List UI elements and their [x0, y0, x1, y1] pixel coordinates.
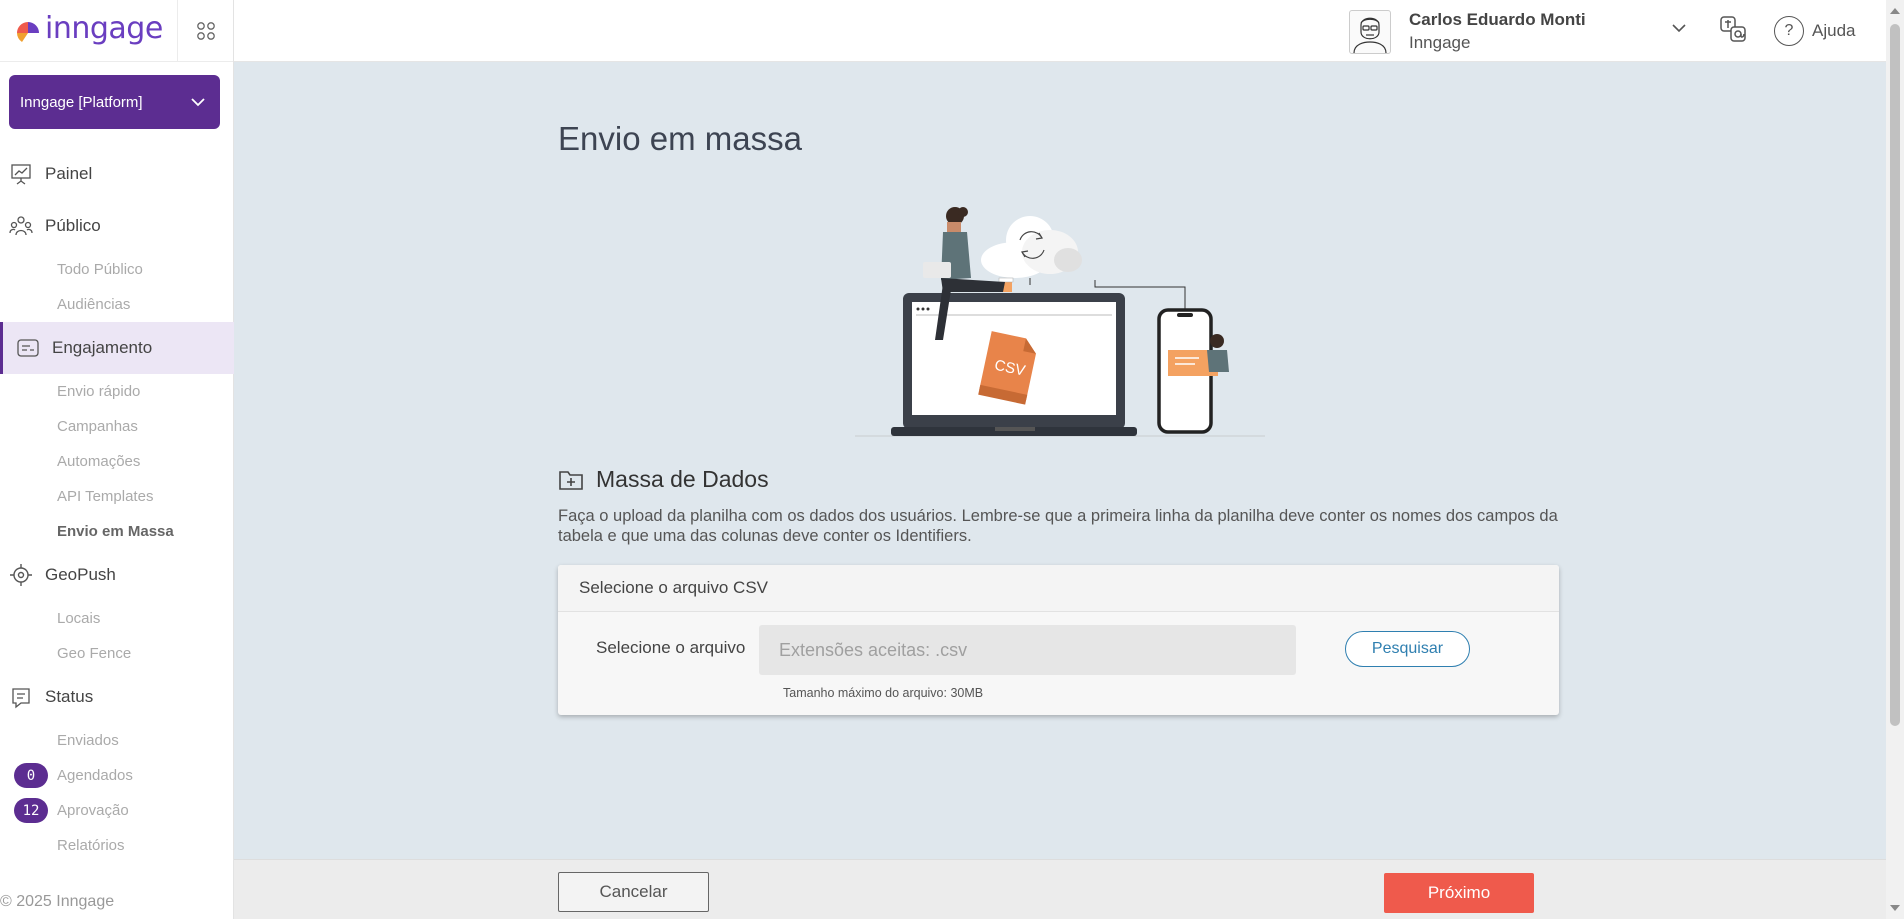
user-name[interactable]: Carlos Eduardo Monti — [1409, 10, 1586, 30]
sidebar-subitem-campanhas[interactable]: Campanhas — [0, 409, 234, 444]
next-button[interactable]: Próximo — [1384, 873, 1534, 913]
sidebar-subitem-agendados[interactable]: 0 Agendados — [0, 758, 234, 793]
target-icon — [8, 562, 34, 588]
sidebar: inngage Inngage [Platform] Painel Públic… — [0, 0, 234, 919]
section-title: Massa de Dados — [558, 466, 769, 493]
csv-upload-card-header: Selecione o arquivo CSV — [558, 565, 1559, 612]
sidebar-subitem-aprovacao[interactable]: 12 Aprovação — [0, 793, 234, 828]
sidebar-item-label: Engajamento — [52, 338, 153, 357]
status-icon — [8, 684, 34, 710]
page-title: Envio em massa — [558, 120, 802, 157]
sidebar-item-label: GeoPush — [45, 565, 116, 584]
copyright: © 2025 Inngage — [0, 893, 115, 910]
csv-upload-card: Selecione o arquivo CSV Selecione o arqu… — [558, 565, 1559, 715]
sidebar-item-label: Painel — [45, 164, 93, 183]
file-input[interactable] — [759, 625, 1296, 675]
sidebar-subitem-envio-rapido[interactable]: Envio rápido — [0, 374, 234, 409]
section-title-text: Massa de Dados — [596, 466, 769, 492]
logo-mark-icon — [17, 21, 39, 42]
agendados-count-badge: 0 — [14, 763, 48, 788]
sidebar-subitem-audiencias[interactable]: Audiências — [0, 287, 234, 322]
top-header: Carlos Eduardo Monti Inngage ? Ajuda — [234, 0, 1886, 62]
file-field-label: Selecione o arquivo — [596, 638, 746, 657]
scroll-thumb[interactable] — [1890, 24, 1900, 726]
sidebar-subitem-todo-publico[interactable]: Todo Público — [0, 252, 234, 287]
apps-grid-button[interactable] — [177, 0, 233, 62]
avatar-face-icon — [1353, 17, 1387, 54]
user-menu-chevron-icon[interactable] — [1672, 24, 1686, 33]
browse-file-button[interactable]: Pesquisar — [1345, 631, 1470, 667]
upload-instructions: Faça o upload da planilha com os dados d… — [558, 507, 1558, 545]
cloud-sync-icon — [981, 216, 1082, 278]
sidebar-subitem-label: Aprovação — [57, 802, 129, 819]
sidebar-item-engajamento[interactable]: Engajamento — [0, 322, 234, 374]
logo-row: inngage — [0, 0, 233, 62]
chevron-down-icon — [191, 98, 205, 107]
page-scrollbar[interactable] — [1886, 0, 1904, 919]
cancel-button[interactable]: Cancelar — [558, 872, 709, 912]
sidebar-item-painel[interactable]: Painel — [0, 148, 234, 200]
people-icon — [8, 213, 34, 239]
sidebar-item-geopush[interactable]: GeoPush — [0, 549, 234, 601]
help-icon: ? — [1774, 16, 1804, 46]
sidebar-subitem-envio-em-massa[interactable]: Envio em Massa — [0, 514, 234, 549]
sidebar-item-status[interactable]: Status — [0, 671, 234, 723]
organization-select-value: Inngage [Platform] — [20, 93, 143, 111]
translate-icon[interactable] — [1718, 14, 1748, 44]
logo-text: inngage — [45, 11, 163, 46]
smartphone-icon — [1157, 308, 1229, 434]
sidebar-subitem-enviados[interactable]: Enviados — [0, 723, 234, 758]
sidebar-item-label: Status — [45, 687, 94, 706]
sidebar-subitem-label: Agendados — [57, 767, 133, 784]
sidebar-item-label: Público — [45, 216, 101, 235]
help-label: Ajuda — [1812, 21, 1856, 40]
inngage-logo[interactable]: inngage — [0, 11, 177, 46]
sidebar-subitem-automacoes[interactable]: Automações — [0, 444, 234, 479]
avatar[interactable] — [1349, 10, 1391, 54]
organization-select[interactable]: Inngage [Platform] — [9, 75, 220, 129]
aprovacao-count-badge: 12 — [14, 798, 48, 823]
sidebar-subitem-locais[interactable]: Locais — [0, 601, 234, 636]
help-button[interactable]: ? Ajuda — [1774, 16, 1855, 46]
sidebar-item-publico[interactable]: Público — [0, 200, 234, 252]
sidebar-subitem-relatorios[interactable]: Relatórios — [0, 828, 234, 863]
max-file-size-note: Tamanho máximo do arquivo: 30MB — [783, 686, 984, 700]
presentation-icon — [8, 161, 34, 187]
engagement-icon — [15, 335, 41, 361]
apps-icon — [196, 21, 215, 40]
sidebar-subitem-api-templates[interactable]: API Templates — [0, 479, 234, 514]
folder-add-icon — [559, 470, 583, 490]
scroll-down-arrow-icon[interactable] — [1890, 905, 1900, 911]
sidebar-subitem-geo-fence[interactable]: Geo Fence — [0, 636, 234, 671]
user-organization: Inngage — [1409, 33, 1471, 52]
action-footer: Cancelar Próximo — [234, 859, 1886, 919]
scroll-up-arrow-icon[interactable] — [1890, 8, 1900, 14]
sidebar-nav: Painel Público Todo Público Audiências E… — [0, 148, 234, 863]
csv-upload-illustration: CSV — [855, 207, 1265, 437]
